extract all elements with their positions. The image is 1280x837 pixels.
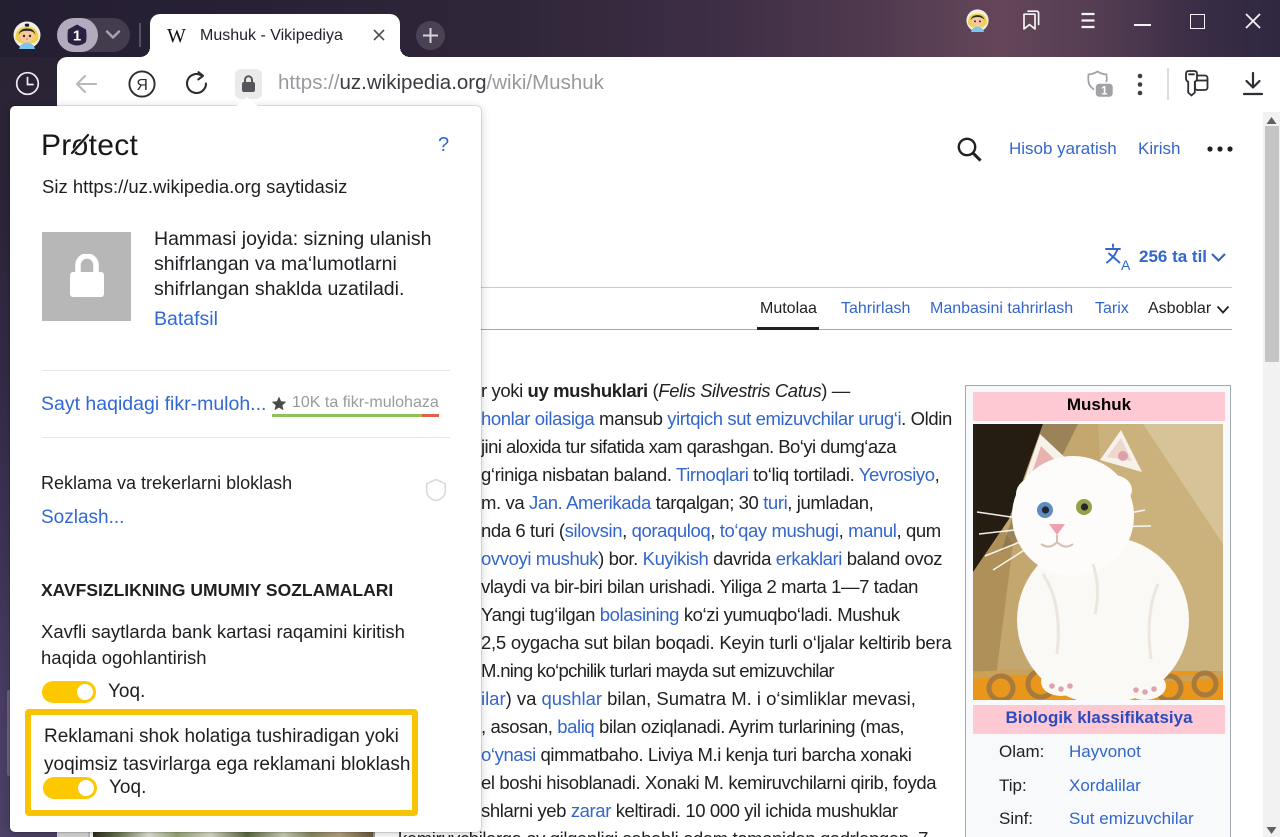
svg-text:1: 1 (1101, 86, 1108, 98)
svg-text:1: 1 (73, 28, 81, 45)
svg-text:A: A (1121, 257, 1131, 271)
svg-text:Я: Я (136, 77, 148, 94)
